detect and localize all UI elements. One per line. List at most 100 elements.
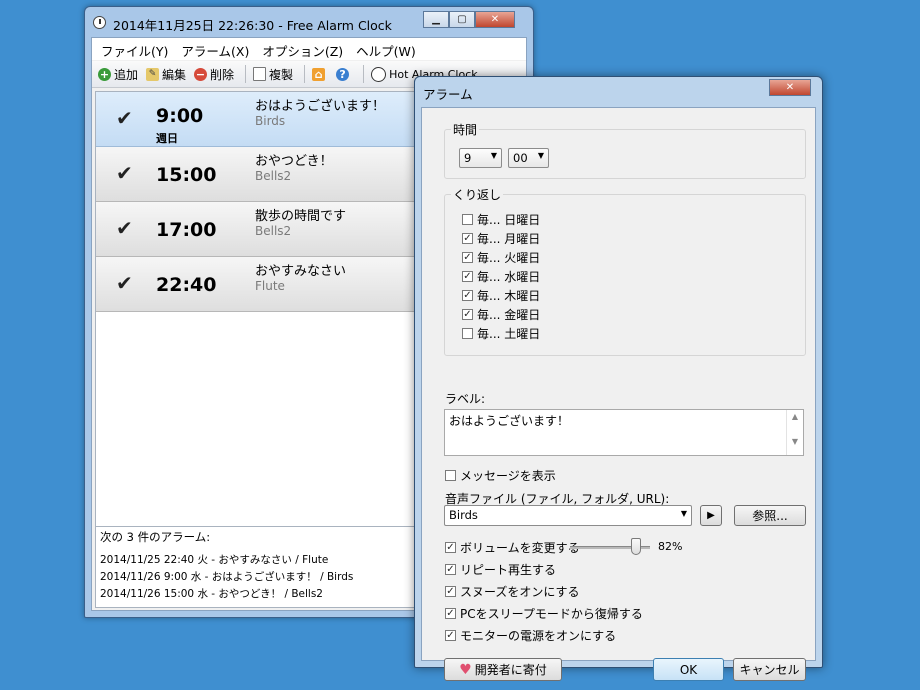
donate-button[interactable]: ♥ 開発者に寄付: [444, 658, 562, 681]
hour-select[interactable]: 9 ▼: [459, 148, 502, 168]
hour-value: 9: [464, 151, 472, 165]
day-label: 毎... 水曜日: [477, 270, 541, 284]
close-button[interactable]: ✕: [475, 11, 515, 28]
option-label: リピート再生する: [460, 563, 557, 577]
copy-button[interactable]: 複製: [251, 66, 299, 83]
time-group-label: 時間: [451, 121, 480, 138]
snooze-checkbox[interactable]: ✓ スヌーズをオンにする: [445, 583, 580, 600]
browse-button[interactable]: 参照...: [734, 505, 806, 526]
delete-button[interactable]: − 削除: [192, 66, 240, 83]
menu-file[interactable]: ファイル(Y): [96, 38, 176, 60]
add-label: 追加: [114, 67, 139, 82]
change-volume-checkbox[interactable]: ✓ ボリュームを変更する: [445, 539, 580, 556]
label-textarea[interactable]: おはようございます！ ▲ ▼: [444, 409, 804, 456]
minimize-button[interactable]: ▁: [423, 11, 449, 28]
help-button[interactable]: ?: [334, 67, 358, 81]
day-label: 毎... 日曜日: [477, 213, 541, 227]
checkbox[interactable]: ✓: [462, 252, 473, 263]
menubar: ファイル(Y) アラーム(X) オプション(Z) ヘルプ(W): [92, 38, 526, 60]
checkbox[interactable]: [445, 470, 456, 481]
day-sunday-checkbox[interactable]: 毎... 日曜日: [462, 211, 540, 228]
edit-icon: ✎: [146, 67, 160, 81]
alarm-time: 15:00: [156, 164, 217, 186]
maximize-button[interactable]: ▢: [449, 11, 475, 28]
main-titlebar[interactable]: 2014年11月25日 22:26:30 - Free Alarm Clock …: [85, 7, 533, 37]
toolbar-separator: [245, 65, 247, 83]
checkbox[interactable]: ✓: [445, 586, 456, 597]
menu-help[interactable]: ヘルプ(W): [351, 38, 424, 60]
next-alarm-item: 2014/11/25 22:40 火 - おやすみなさい / Flute: [100, 554, 329, 566]
day-friday-checkbox[interactable]: ✓ 毎... 金曜日: [462, 306, 540, 323]
dialog-close-button[interactable]: ✕: [769, 79, 811, 96]
alarm-sound: Bells2: [255, 169, 292, 183]
volume-slider-thumb[interactable]: [630, 538, 641, 555]
checkbox[interactable]: ✓: [445, 564, 456, 575]
label-caption: ラベル:: [445, 392, 486, 406]
cancel-button[interactable]: キャンセル: [733, 658, 806, 681]
alarm-time: 17:00: [156, 219, 217, 241]
dialog-title: アラーム: [423, 87, 473, 102]
next-alarm-item: 2014/11/26 15:00 水 - おやつどき！ / Bells2: [100, 588, 323, 600]
day-label: 毎... 金曜日: [477, 308, 541, 322]
copy-label: 複製: [269, 67, 294, 82]
checkbox[interactable]: ✓: [462, 290, 473, 301]
checkbox[interactable]: ✓: [445, 630, 456, 641]
scroll-down-icon[interactable]: ▼: [787, 437, 803, 446]
toolbar-separator: [363, 65, 365, 83]
alarm-time: 9:00: [156, 105, 204, 127]
chevron-down-icon: ▼: [537, 151, 544, 160]
monitor-on-checkbox[interactable]: ✓ モニターの電源をオンにする: [445, 627, 616, 644]
alarm-enabled-checkbox[interactable]: ✔: [116, 218, 136, 238]
alarm-sound: Flute: [255, 279, 285, 293]
show-message-label: メッセージを表示: [460, 469, 556, 483]
show-message-checkbox[interactable]: メッセージを表示: [445, 467, 556, 484]
day-tuesday-checkbox[interactable]: ✓ 毎... 火曜日: [462, 249, 540, 266]
checkbox[interactable]: ✓: [462, 271, 473, 282]
day-wednesday-checkbox[interactable]: ✓ 毎... 水曜日: [462, 268, 540, 285]
home-button[interactable]: ⌂: [310, 67, 334, 81]
add-button[interactable]: + 追加: [96, 66, 144, 83]
next-alarms-title: 次の 3 件のアラーム:: [100, 530, 211, 544]
delete-label: 削除: [210, 67, 235, 82]
ok-button[interactable]: OK: [653, 658, 724, 681]
edit-button[interactable]: ✎ 編集: [144, 66, 192, 83]
day-label: 毎... 木曜日: [477, 289, 541, 303]
day-monday-checkbox[interactable]: ✓ 毎... 月曜日: [462, 230, 540, 247]
wake-from-sleep-checkbox[interactable]: ✓ PCをスリープモードから復帰する: [445, 605, 643, 622]
chevron-down-icon: ▼: [490, 151, 497, 160]
day-saturday-checkbox[interactable]: 毎... 土曜日: [462, 325, 540, 342]
play-icon: ▶: [707, 510, 715, 521]
alarm-dialog: アラーム ✕ 時間 9 ▼ 00 ▼ くり返し 毎... 日曜日 ✓ 毎... 月…: [414, 76, 823, 681]
alarm-enabled-checkbox[interactable]: ✔: [116, 163, 136, 183]
textarea-scrollbar[interactable]: ▲ ▼: [786, 410, 803, 455]
checkbox[interactable]: ✓: [462, 233, 473, 244]
alarm-enabled-checkbox[interactable]: ✔: [116, 273, 136, 293]
volume-percent: 82%: [658, 540, 683, 553]
dialog-client: 時間 9 ▼ 00 ▼ くり返し 毎... 日曜日 ✓ 毎... 月曜日 ✓ 毎..…: [421, 107, 816, 681]
menu-alarm[interactable]: アラーム(X): [176, 38, 257, 60]
minute-select[interactable]: 00 ▼: [508, 148, 549, 168]
window-controls: ▁ ▢ ✕: [423, 11, 515, 28]
alarm-label: 散歩の時間です: [255, 209, 347, 224]
alarm-label: おはようございます！: [255, 99, 386, 114]
alarm-sound: Bells2: [255, 224, 292, 238]
scroll-up-icon[interactable]: ▲: [787, 412, 803, 421]
checkbox[interactable]: ✓: [445, 608, 456, 619]
alarm-label: おやつどき！: [255, 154, 333, 169]
play-button[interactable]: ▶: [700, 505, 722, 526]
menu-options[interactable]: オプション(Z): [257, 38, 351, 60]
checkbox[interactable]: ✓: [445, 542, 456, 553]
day-label: 毎... 月曜日: [477, 232, 541, 246]
alarm-time: 22:40: [156, 274, 217, 296]
alarm-enabled-checkbox[interactable]: ✔: [116, 108, 136, 128]
chevron-down-icon: ▼: [680, 509, 687, 518]
checkbox[interactable]: ✓: [462, 309, 473, 320]
repeat-playback-checkbox[interactable]: ✓ リピート再生する: [445, 561, 556, 578]
checkbox[interactable]: [462, 328, 473, 339]
checkbox[interactable]: [462, 214, 473, 225]
sound-select[interactable]: Birds ▼: [444, 505, 692, 526]
alarm-sound: Birds: [255, 114, 286, 128]
day-thursday-checkbox[interactable]: ✓ 毎... 木曜日: [462, 287, 540, 304]
repeat-group-label: くり返し: [451, 186, 504, 203]
heart-icon: ♥: [459, 661, 472, 678]
